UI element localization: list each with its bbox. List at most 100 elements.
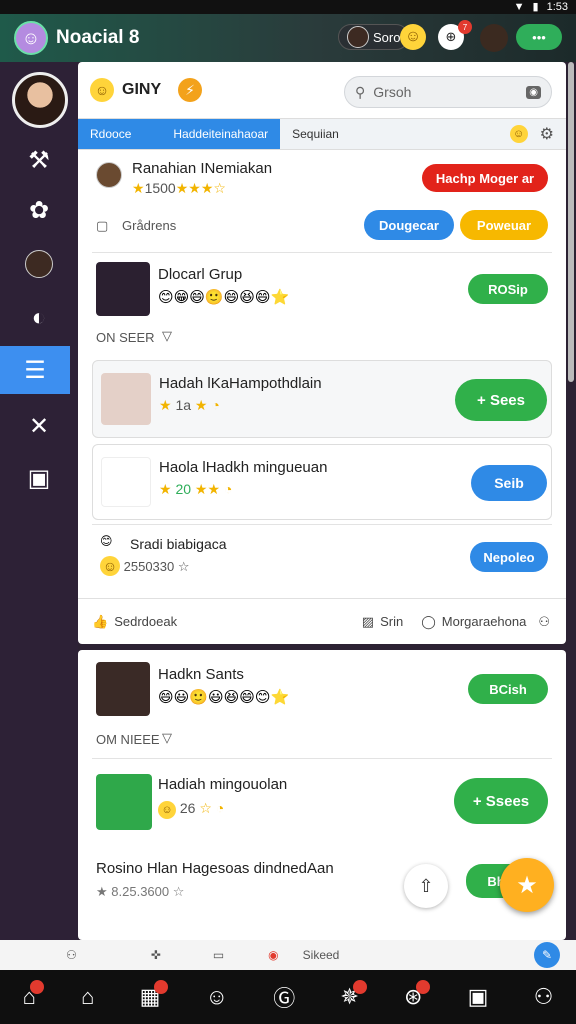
search-input[interactable]: Grsoh (373, 84, 411, 100)
tab-sequiian[interactable]: Sequiian (280, 119, 351, 149)
image-icon[interactable]: ▨ (362, 614, 374, 630)
comment-icon[interactable]: ▭ (213, 948, 224, 962)
home-icon[interactable]: ⌂ (23, 980, 44, 1010)
footer-right-label[interactable]: Morgaraehona (442, 614, 527, 629)
tools-icon[interactable]: ✕ (0, 402, 78, 450)
globe-icon[interactable]: ⊛ (404, 980, 431, 1010)
rosip-button[interactable]: ROSip (468, 274, 548, 304)
primary-action-button[interactable]: Hachp Moger ar (422, 164, 548, 192)
chevron-down-icon[interactable]: ▽ (162, 730, 172, 746)
footer-left-label[interactable]: Sedrdoeak (114, 614, 177, 629)
row-title: Dlocarl Grup (158, 266, 243, 283)
poweuar-button[interactable]: Poweuar (460, 210, 548, 240)
emoji-icon: ☺ (100, 556, 120, 576)
list-item[interactable]: 😊 Sradi biabigaca ☺ 2550330 ☆ Nepoleo (92, 530, 552, 586)
row-label: ON SEER (96, 330, 155, 345)
square-icon[interactable]: ▣ (468, 984, 489, 1010)
list-item[interactable]: Dlocarl Grup 😊😁😄🙂😄😆😄⭐ ROSip (92, 260, 552, 318)
star-icon[interactable]: ✵ (340, 980, 367, 1010)
bottom-nav: ⌂ ⌂ ▦ ☺ Ⓖ ✵ ⊛ ▣ ⚇ (0, 970, 576, 1024)
footer-mid-label[interactable]: Srin (380, 614, 403, 629)
wifi-icon: ▼ (513, 0, 525, 13)
filter-icon[interactable]: ◉ (526, 85, 541, 99)
thumbnail-image (96, 774, 152, 830)
rating-value: 1a (175, 397, 192, 413)
add-ssees-button[interactable]: + Ssees (454, 778, 548, 824)
row-title: Haola lHadkh mingueuan (159, 459, 328, 476)
list-item: ▢ Grådrens Dougecar Poweuar (92, 208, 552, 248)
emoji-icon[interactable]: ☺ (509, 125, 528, 143)
app-bar: ☺ Noacial 8 Soro ☺ ⊕ 7 ••• (0, 14, 576, 62)
gear-icon[interactable]: ⚙ (540, 124, 554, 144)
bug-icon[interactable]: ✿ (0, 186, 78, 234)
top-bar: ☺ GINY ⚡ ⚲ Grsoh ◉ (78, 62, 566, 118)
page-title: GINY (122, 81, 162, 98)
compose-icon[interactable]: ✎ (534, 942, 560, 968)
notifications-icon[interactable]: ⊕ 7 (438, 20, 472, 50)
chevron-down-icon[interactable]: ▽ (162, 328, 172, 344)
user-icon[interactable]: ⚇ (66, 948, 77, 962)
chat-icon[interactable]: ◯ (421, 614, 436, 630)
seib-button[interactable]: Seib (471, 465, 547, 501)
rating-value: 26 (179, 800, 196, 816)
rating-stars: ★ 8.25.3600 ☆ (96, 884, 185, 899)
pin-icon[interactable]: ⚒ (0, 136, 78, 184)
notification-badge (29, 980, 44, 994)
rating-stars: ★1500★★★☆ (132, 180, 226, 196)
nepoleo-button[interactable]: Nepoleo (470, 542, 548, 572)
divider (92, 252, 552, 253)
more-button[interactable]: ••• (516, 24, 562, 50)
user-icon[interactable]: ⚇ (538, 614, 550, 630)
bcish-button[interactable]: BCish (468, 674, 548, 704)
favorite-fab-button[interactable]: ★ (500, 858, 554, 912)
app-logo-icon[interactable]: ☺ (14, 21, 48, 55)
puzzle-icon[interactable]: ✜ (151, 948, 161, 962)
user-avatar-icon[interactable] (0, 240, 78, 288)
row-title: Hadiah mingouolan (158, 776, 288, 793)
like-icon[interactable]: 👍 (92, 614, 108, 630)
list-item[interactable]: Hadiah mingouolan ☺ 26 ☆ ◔ + Ssees (92, 772, 552, 832)
notification-badge (416, 980, 431, 994)
scrollbar[interactable] (568, 62, 574, 382)
tab-rdooce[interactable]: Rdooce (78, 119, 144, 149)
house-icon[interactable]: ⌂ (81, 984, 94, 1010)
card-item[interactable]: Hadah lKaHampothdlain ★ 1a ★ ◔ + Sees (92, 360, 552, 438)
app-title: Noacial 8 (56, 27, 140, 48)
emoji-icon: ☺ (158, 801, 176, 819)
notification-badge (154, 980, 169, 994)
divider (92, 524, 552, 525)
square-icon[interactable]: ▣ (0, 454, 78, 502)
list-item[interactable]: Hadkn Sants 😄😃🙂😃😆😄😊⭐ BCish (92, 662, 552, 722)
grades-icon: ▢ (96, 218, 109, 233)
share-icon[interactable]: ⇧ (404, 864, 448, 908)
section-label: OM NIEEE ▽ (92, 730, 552, 752)
add-sees-button[interactable]: + Sees (455, 379, 547, 421)
thumbnail-image (101, 373, 151, 425)
sidebar-avatar[interactable] (12, 72, 68, 128)
rating-stars: ☺ 26 ☆ ◔ (158, 800, 224, 819)
g-icon[interactable]: Ⓖ (273, 981, 295, 1013)
list-item[interactable]: Rosino Hlan Hagesoas dindnedAan ★ 8.25.3… (92, 856, 552, 906)
search-icon: ⚲ (355, 83, 366, 100)
user-icon[interactable]: ⚇ (534, 984, 554, 1010)
smile-icon[interactable]: ☺ (206, 984, 228, 1010)
card-item[interactable]: Haola lHadkh mingueuan ★ 20 ★★ ◔ Seib (92, 444, 552, 520)
list-item[interactable]: Ranahian INemiakan ★1500★★★☆ Hachp Moger… (92, 158, 552, 202)
rating-stars: ★ 20 ★★ ◔ (159, 481, 233, 497)
tab-haddeit[interactable]: Haddeiteinahaoar (143, 119, 281, 149)
grid-icon[interactable]: ▦ (140, 980, 169, 1010)
battery-icon: ▮ (532, 1, 539, 13)
user-chip[interactable]: Soro (338, 24, 410, 50)
action-bar-label[interactable]: Sikeed (303, 948, 340, 962)
dougecar-button[interactable]: Dougecar (364, 210, 454, 240)
profile-avatar[interactable] (480, 24, 508, 52)
document-icon[interactable]: ☰ (0, 346, 70, 394)
chat-icon[interactable]: ◐ (0, 294, 78, 342)
emoji-strip: 😄😃🙂😃😆😄😊⭐ (158, 689, 290, 706)
chat-icon[interactable]: ◉ (268, 948, 278, 962)
rating-value: 2550330 (123, 559, 175, 574)
emoji-icon[interactable]: ☺ (400, 24, 426, 50)
coin-icon: ⚡ (178, 78, 202, 102)
thumbnail-image (101, 457, 151, 507)
search-box[interactable]: ⚲ Grsoh ◉ (344, 76, 552, 108)
